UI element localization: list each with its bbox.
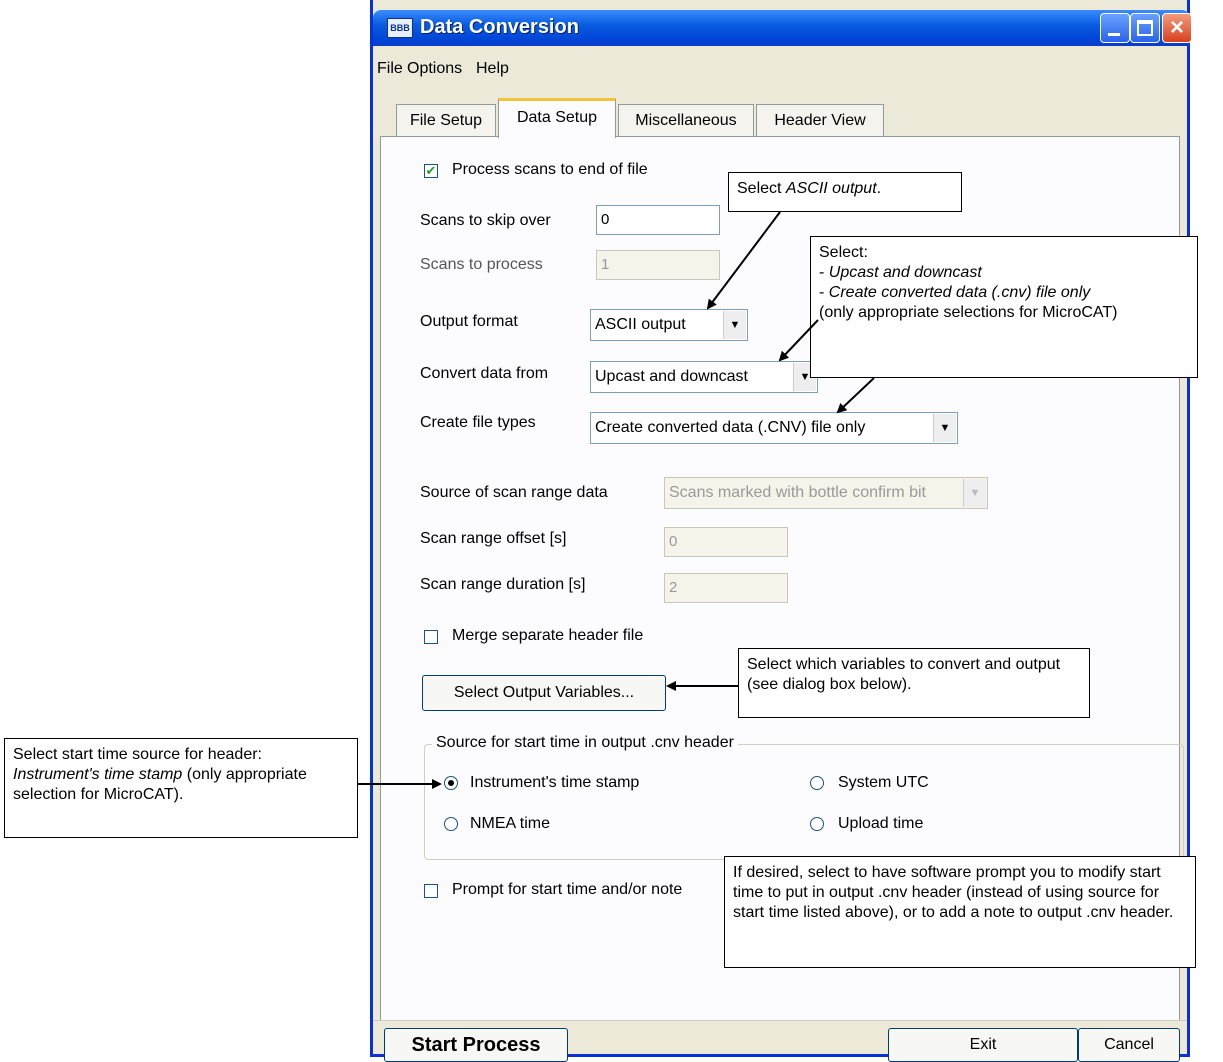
close-icon: × xyxy=(1169,14,1184,41)
radio-label-instrument: Instrument's time stamp xyxy=(470,774,640,791)
process-label: Scans to process xyxy=(420,256,543,273)
convert-from-value: Upcast and downcast xyxy=(595,368,748,385)
maximize-icon xyxy=(1137,20,1153,36)
chevron-down-icon: ▼ xyxy=(963,479,986,507)
duration-label: Scan range duration [s] xyxy=(420,576,586,593)
process-input[interactable]: 1 xyxy=(596,250,720,280)
start-time-group xyxy=(424,744,1184,860)
close-button[interactable]: × xyxy=(1162,13,1192,43)
callout-prompt-start-time: If desired, select to have software prom… xyxy=(724,856,1196,968)
select-output-variables-button[interactable]: Select Output Variables... xyxy=(422,675,666,711)
maximize-button[interactable] xyxy=(1130,13,1160,43)
convert-from-label: Convert data from xyxy=(420,365,549,382)
menu-help[interactable]: Help xyxy=(476,60,509,78)
radio-instrument-time-stamp[interactable] xyxy=(444,776,458,790)
start-time-group-title: Source for start time in output .cnv hea… xyxy=(432,734,738,752)
tab-header-view[interactable]: Header View xyxy=(756,104,884,136)
offset-input[interactable]: 0 xyxy=(664,527,788,557)
convert-from-select[interactable]: Upcast and downcast ▼ xyxy=(590,361,818,393)
radio-nmea-time[interactable] xyxy=(444,817,458,831)
window-title: Data Conversion xyxy=(420,16,579,38)
prompt-label: Prompt for start time and/or note xyxy=(452,881,683,898)
file-types-select[interactable]: Create converted data (.CNV) file only ▼ xyxy=(590,412,958,444)
output-format-select[interactable]: ASCII output ▼ xyxy=(590,309,748,341)
callout-cast-selection: Select: - Upcast and downcast - Create c… xyxy=(810,236,1198,378)
radio-system-utc[interactable] xyxy=(810,776,824,790)
prompt-checkbox[interactable] xyxy=(424,884,438,898)
minimize-button[interactable] xyxy=(1100,13,1130,43)
chevron-down-icon: ▼ xyxy=(933,414,956,442)
tab-data-setup[interactable]: Data Setup xyxy=(498,98,616,138)
duration-input[interactable]: 2 xyxy=(664,573,788,603)
chevron-down-icon: ▼ xyxy=(723,311,746,339)
skip-label: Scans to skip over xyxy=(420,212,551,229)
source-scan-value: Scans marked with bottle confirm bit xyxy=(669,484,926,501)
process-scans-label: Process scans to end of file xyxy=(452,161,648,178)
skip-input[interactable]: 0 xyxy=(596,205,720,235)
menu-bar: File Options Help xyxy=(373,56,1187,86)
callout-ascii-output: Select ASCII output. xyxy=(728,172,962,212)
file-types-value: Create converted data (.CNV) file only xyxy=(595,419,866,436)
app-icon: BBB xyxy=(387,18,413,38)
callout-output-variables: Select which variables to convert and ou… xyxy=(738,648,1090,718)
radio-label-upload: Upload time xyxy=(838,815,924,832)
merge-label: Merge separate header file xyxy=(452,627,644,644)
radio-upload-time[interactable] xyxy=(810,817,824,831)
source-scan-select[interactable]: Scans marked with bottle confirm bit ▼ xyxy=(664,477,988,509)
process-scans-checkbox[interactable]: ✔ xyxy=(424,164,438,178)
minimize-icon xyxy=(1108,33,1120,36)
bottom-separator xyxy=(373,1020,1187,1021)
offset-label: Scan range offset [s] xyxy=(420,530,567,547)
radio-label-nmea: NMEA time xyxy=(470,815,551,832)
menu-options[interactable]: Options xyxy=(407,60,462,78)
tab-miscellaneous[interactable]: Miscellaneous xyxy=(618,104,754,136)
merge-checkbox[interactable] xyxy=(424,630,438,644)
output-format-value: ASCII output xyxy=(595,316,686,333)
file-types-label: Create file types xyxy=(420,414,536,431)
source-scan-label: Source of scan range data xyxy=(420,484,608,501)
output-format-label: Output format xyxy=(420,313,518,330)
radio-label-system-utc: System UTC xyxy=(838,774,929,791)
tab-file-setup[interactable]: File Setup xyxy=(396,104,496,136)
menu-file[interactable]: File xyxy=(377,60,403,78)
callout-start-time-source: Select start time source for header: Ins… xyxy=(4,738,358,838)
